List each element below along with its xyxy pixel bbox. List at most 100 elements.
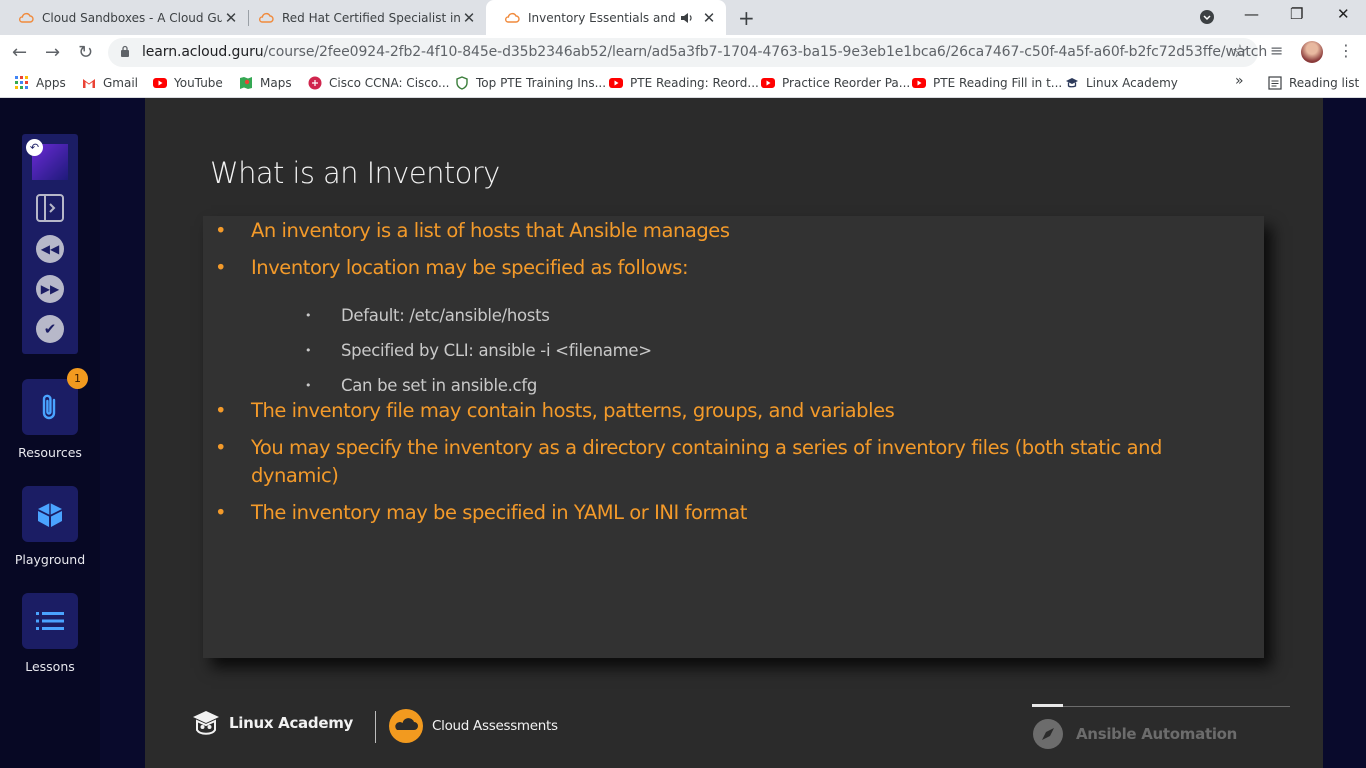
rewind-icon[interactable]: ◀◀ bbox=[36, 235, 64, 263]
cloud-icon bbox=[505, 12, 520, 23]
resources-count-badge: 1 bbox=[67, 368, 88, 389]
tab-title: Cloud Sandboxes - A Cloud Guru bbox=[42, 10, 222, 25]
restore-icon[interactable]: ❐ bbox=[1290, 5, 1303, 23]
bookmark-label: Apps bbox=[36, 76, 66, 90]
tab-search-icon[interactable] bbox=[1199, 9, 1215, 25]
playground-button[interactable] bbox=[22, 486, 78, 542]
checkmark-icon[interactable]: ✔ bbox=[36, 315, 64, 343]
video-player[interactable]: What is an Inventory • An inventory is a… bbox=[145, 98, 1323, 768]
bookmarks-bar: Apps Gmail YouTube Maps Cisco CCNA: Cisc… bbox=[0, 70, 1366, 98]
bookmark-label: Maps bbox=[260, 76, 292, 90]
bullet-marker: • bbox=[215, 256, 227, 279]
pte-shield-icon bbox=[456, 76, 468, 90]
maps-icon bbox=[240, 77, 252, 89]
tab-close-icon[interactable]: ✕ bbox=[460, 9, 478, 27]
bookmark-pte-reading-reorder[interactable]: PTE Reading: Reord... bbox=[609, 76, 759, 90]
sub-bullet-text: Can be set in ansible.cfg bbox=[341, 376, 538, 395]
compass-icon bbox=[1033, 719, 1063, 749]
bookmark-pte-reading-fill[interactable]: PTE Reading Fill in t... bbox=[912, 76, 1062, 90]
bullet-marker: • bbox=[215, 219, 227, 242]
bullet-text: An inventory is a list of hosts that Ans… bbox=[251, 219, 730, 242]
slide-content-box: • An inventory is a list of hosts that A… bbox=[203, 216, 1264, 658]
linux-academy-logo: Linux Academy bbox=[191, 708, 353, 738]
sub-bullet-marker: • bbox=[305, 309, 312, 322]
ansible-automation-logo: Ansible Automation bbox=[1032, 718, 1237, 750]
url-domain: learn.acloud.guru bbox=[142, 44, 264, 60]
player-controls-rail: ↶ ◀◀ ▶▶ ✔ bbox=[22, 134, 78, 354]
bullet-marker: • bbox=[215, 399, 227, 422]
bookmark-linux-academy[interactable]: Linux Academy bbox=[1065, 76, 1178, 90]
reading-list-label: Reading list bbox=[1289, 76, 1360, 90]
minimize-icon[interactable]: — bbox=[1244, 5, 1259, 23]
bookmark-practice-reorder[interactable]: Practice Reorder Pa... bbox=[761, 76, 910, 90]
bookmark-gmail[interactable]: Gmail bbox=[82, 76, 138, 90]
lock-icon[interactable] bbox=[120, 45, 130, 57]
sub-bullet-text: Specified by CLI: ansible -i <filename> bbox=[341, 341, 652, 360]
speaker-icon[interactable] bbox=[680, 11, 694, 25]
bookmark-label: Top PTE Training Ins... bbox=[476, 76, 607, 90]
apps-grid-icon bbox=[15, 76, 28, 89]
url-text[interactable]: learn.acloud.guru/course/2fee0924-2fb2-4… bbox=[142, 44, 1267, 60]
tab-inventory-essentials[interactable]: Inventory Essentials and Inve ✕ bbox=[486, 0, 726, 35]
reading-list-button[interactable]: Reading list bbox=[1268, 76, 1359, 90]
bullet-marker: • bbox=[215, 436, 227, 459]
sub-bullet-marker: • bbox=[305, 379, 312, 392]
url-path: /course/2fee0924-2fb2-4f10-845e-d35b2346… bbox=[263, 44, 1268, 60]
player-sidebar: ↶ ◀◀ ▶▶ ✔ 1 Resources Playground Lessons bbox=[0, 98, 100, 768]
bullet-text: Inventory location may be specified as f… bbox=[251, 256, 689, 279]
resources-button[interactable] bbox=[22, 379, 78, 435]
tab-cloud-sandboxes[interactable]: Cloud Sandboxes - A Cloud Guru ✕ bbox=[0, 0, 248, 35]
tab-red-hat-specialist[interactable]: Red Hat Certified Specialist in An ✕ bbox=[240, 0, 486, 35]
bullet-marker: • bbox=[215, 501, 227, 524]
youtube-icon bbox=[153, 78, 167, 88]
media-control-icon[interactable]: ≡ bbox=[1270, 41, 1283, 60]
bullet-text: You may specify the inventory as a direc… bbox=[251, 436, 1162, 487]
back-icon[interactable]: ← bbox=[12, 42, 27, 63]
bookmark-cisco-ccna[interactable]: Cisco CCNA: Cisco... bbox=[308, 76, 449, 90]
lessons-list-icon bbox=[36, 612, 64, 630]
tab-close-icon[interactable]: ✕ bbox=[700, 9, 718, 27]
bookmark-maps[interactable]: Maps bbox=[239, 76, 292, 90]
bookmark-label: YouTube bbox=[174, 76, 223, 90]
bookmark-star-icon[interactable]: ☆ bbox=[1232, 41, 1248, 62]
bookmark-label: PTE Reading: Reord... bbox=[630, 76, 759, 90]
bookmark-apps[interactable]: Apps bbox=[15, 76, 66, 90]
close-window-icon[interactable]: ✕ bbox=[1337, 5, 1350, 23]
cloud-assessments-icon bbox=[389, 709, 423, 743]
url-bar[interactable]: learn.acloud.guru/course/2fee0924-2fb2-4… bbox=[108, 38, 1267, 67]
tab-strip: Cloud Sandboxes - A Cloud Guru ✕ Red Hat… bbox=[0, 0, 1366, 35]
profile-avatar[interactable] bbox=[1301, 41, 1323, 63]
tab-title: Inventory Essentials and Inve bbox=[528, 10, 680, 25]
new-tab-button[interactable]: + bbox=[738, 6, 755, 30]
course-player: ↶ ◀◀ ▶▶ ✔ 1 Resources Playground Lessons… bbox=[0, 98, 1366, 768]
cloud-icon bbox=[19, 12, 34, 23]
lessons-label: Lessons bbox=[25, 659, 75, 674]
cloud-assessments-logo: Cloud Assessments bbox=[388, 708, 558, 744]
reload-icon[interactable]: ↻ bbox=[78, 42, 93, 63]
panel-chevron-icon bbox=[44, 196, 56, 220]
back-arrow-icon[interactable]: ↶ bbox=[26, 139, 43, 156]
bookmark-youtube[interactable]: YouTube bbox=[153, 76, 223, 90]
fast-forward-icon[interactable]: ▶▶ bbox=[36, 275, 64, 303]
resources-label: Resources bbox=[18, 445, 82, 460]
tab-title: Red Hat Certified Specialist in An bbox=[282, 10, 460, 25]
bookmarks-overflow-button[interactable]: » bbox=[1235, 73, 1244, 89]
forward-icon[interactable]: → bbox=[45, 42, 60, 63]
tab-close-icon[interactable]: ✕ bbox=[222, 9, 240, 27]
youtube-icon bbox=[609, 78, 623, 88]
lessons-button[interactable] bbox=[22, 593, 78, 649]
slide-title: What is an Inventory bbox=[210, 156, 500, 190]
cisco-icon bbox=[308, 76, 322, 90]
linux-academy-icon bbox=[1066, 78, 1078, 88]
cloud-icon bbox=[259, 12, 274, 23]
toggle-panel-icon[interactable] bbox=[36, 194, 64, 222]
bookmark-label: Linux Academy bbox=[1086, 76, 1178, 90]
linux-academy-label: Linux Academy bbox=[229, 714, 353, 732]
youtube-icon bbox=[761, 78, 775, 88]
playground-label: Playground bbox=[14, 552, 86, 567]
slide-progress-fill bbox=[1032, 704, 1063, 707]
paperclip-icon bbox=[42, 394, 56, 420]
menu-dots-icon[interactable]: ⋮ bbox=[1338, 41, 1354, 60]
bookmark-top-pte[interactable]: Top PTE Training Ins... bbox=[455, 76, 606, 90]
bookmark-label: Cisco CCNA: Cisco... bbox=[329, 76, 450, 90]
